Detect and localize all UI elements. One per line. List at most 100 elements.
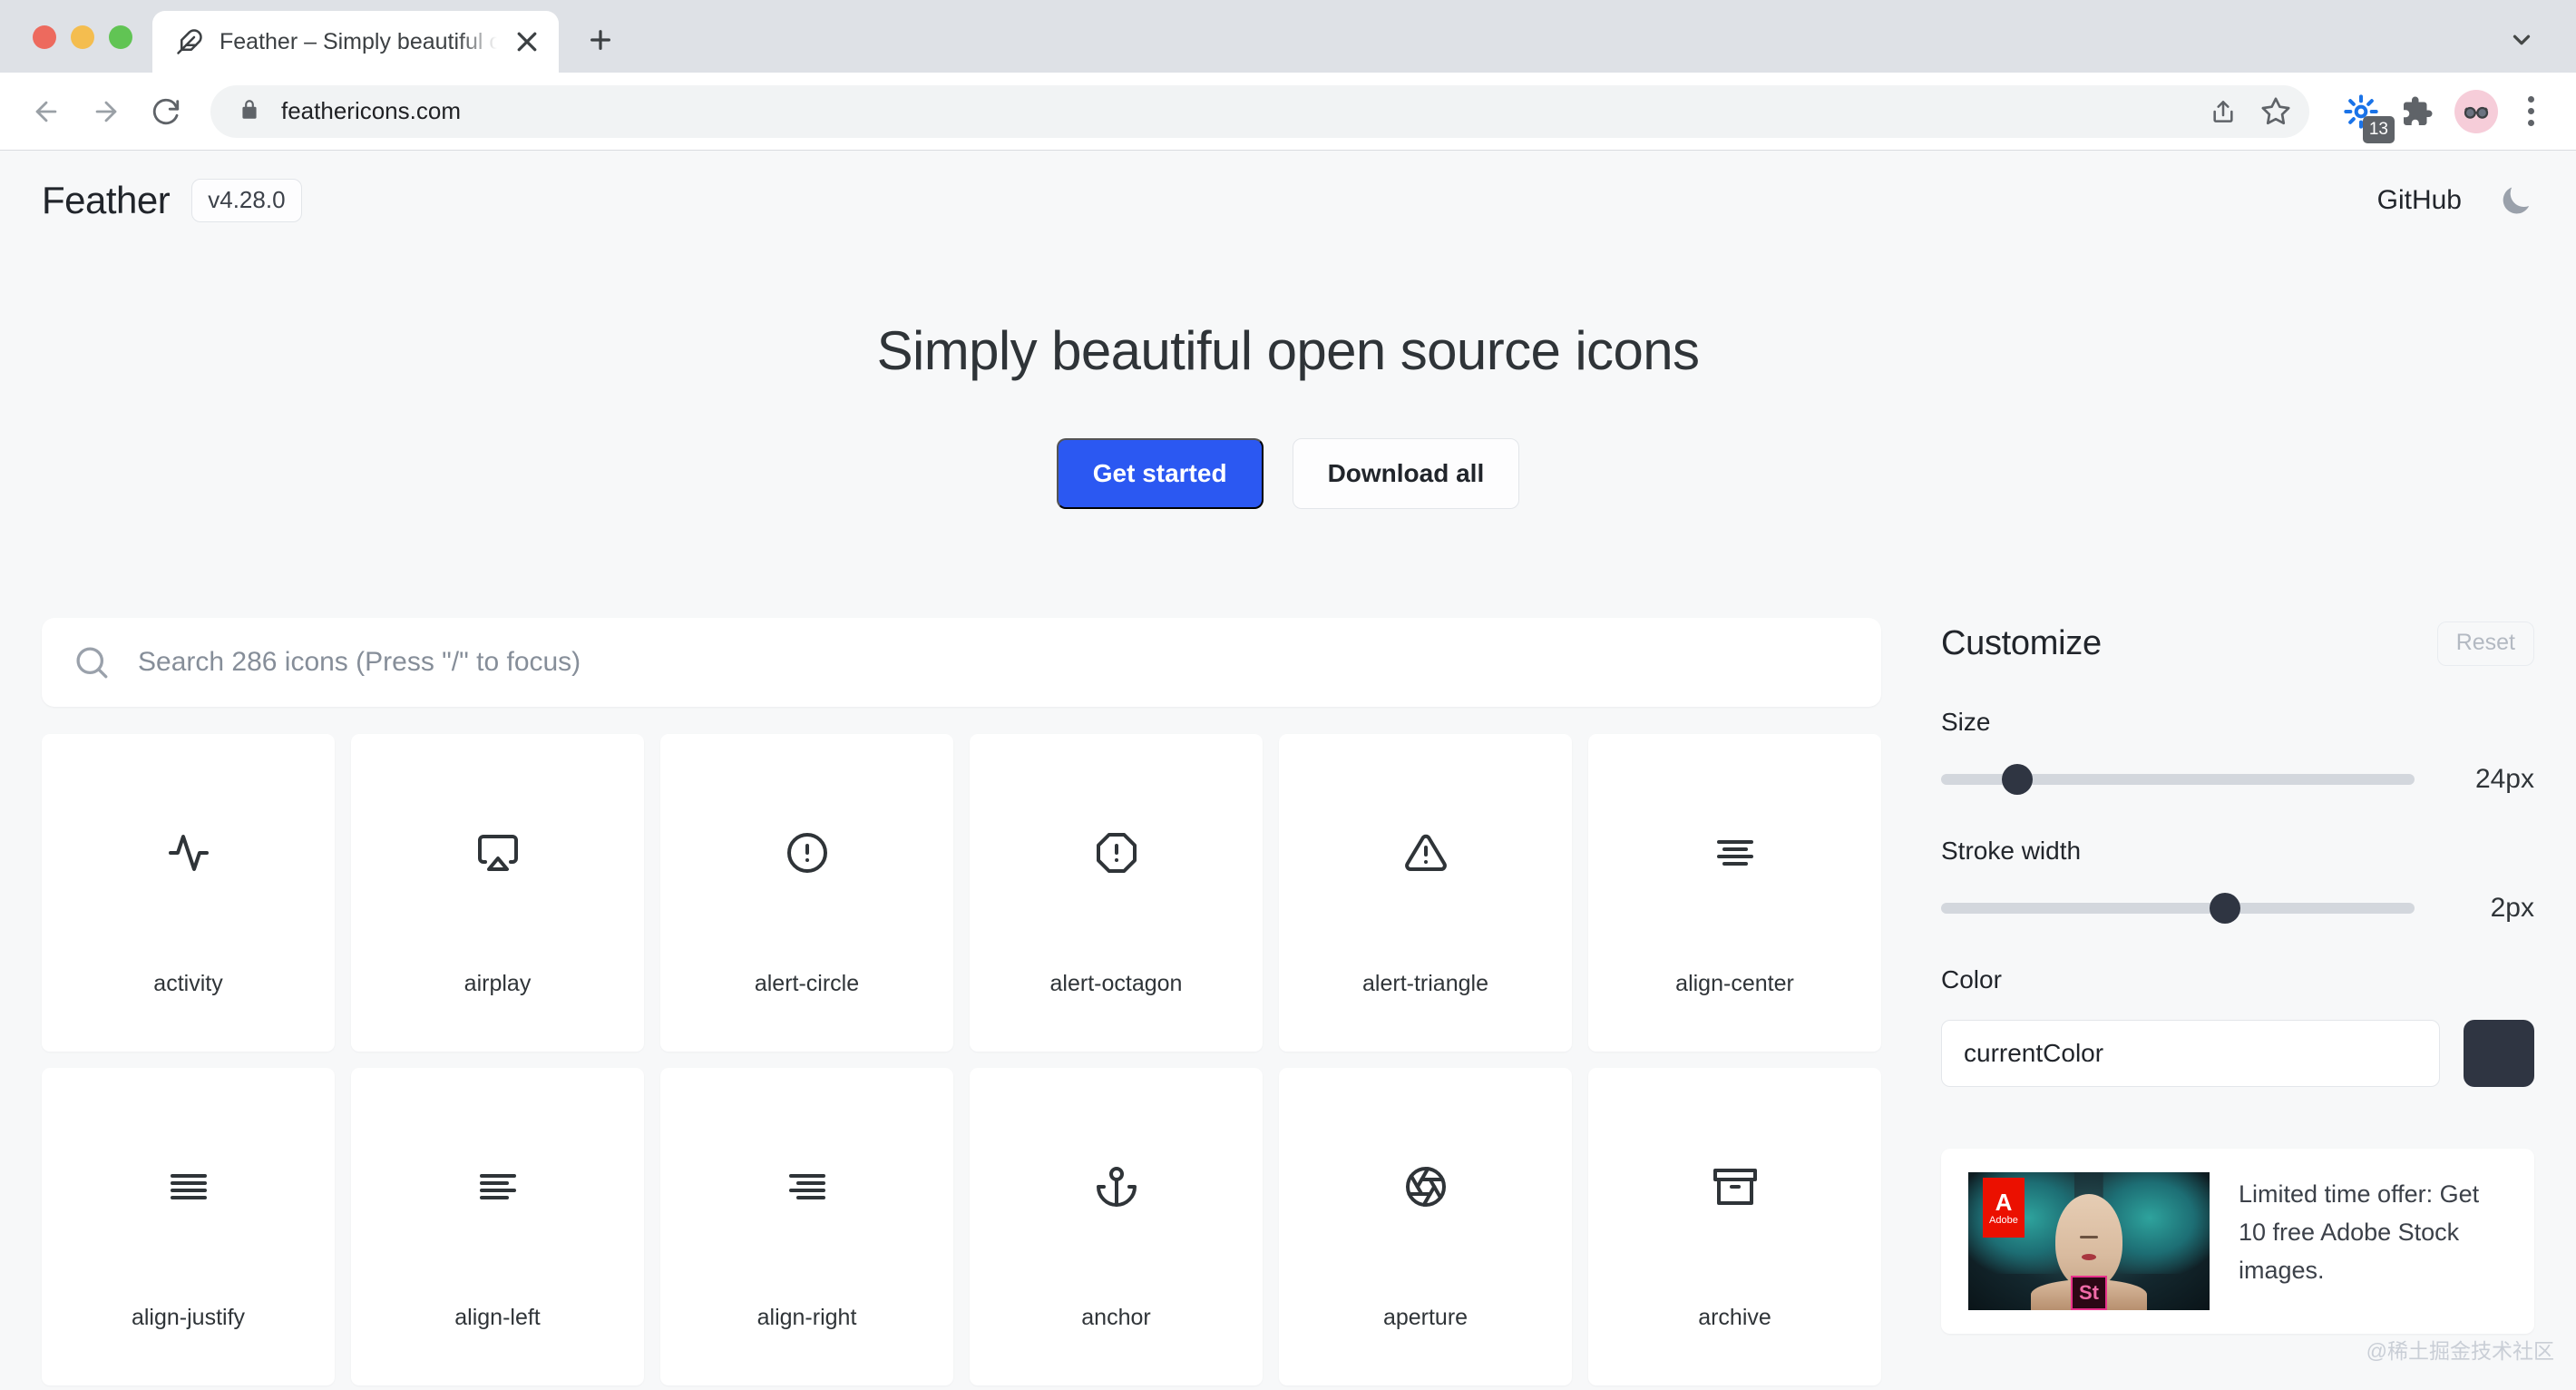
get-started-button[interactable]: Get started [1057, 438, 1264, 509]
adobe-stock-badge: St [2071, 1276, 2107, 1310]
stroke-width-value: 2px [2445, 893, 2534, 924]
forward-arrow-icon[interactable] [80, 85, 132, 138]
adobe-wordmark: Adobe [1989, 1216, 2018, 1226]
page-content: Feather v4.28.0 GitHub Simply beautiful … [0, 151, 2576, 1390]
icon-card[interactable]: alert-octagon [970, 734, 1263, 1052]
brand: Feather v4.28.0 [42, 179, 302, 222]
back-arrow-icon[interactable] [20, 85, 73, 138]
size-slider[interactable] [1941, 774, 2415, 785]
size-slider-row: 24px [1941, 764, 2534, 795]
icon-name: align-right [757, 1305, 857, 1331]
watermark: @稀土掘金技术社区 [2366, 1334, 2554, 1365]
customize-header: Customize Reset [1941, 622, 2534, 666]
stroke-width-label: Stroke width [1941, 837, 2534, 866]
github-link[interactable]: GitHub [2377, 185, 2462, 216]
reset-button[interactable]: Reset [2437, 622, 2534, 666]
hero-buttons: Get started Download all [0, 438, 2576, 509]
url-text: feathericons.com [281, 97, 2199, 125]
tab-strip: Feather – Simply beautiful ope [0, 0, 2576, 73]
icon-card[interactable]: airplay [351, 734, 644, 1052]
share-icon[interactable] [2199, 87, 2248, 136]
icon-name: alert-octagon [1050, 971, 1183, 997]
lock-icon [238, 98, 261, 125]
page-title: Simply beautiful open source icons [0, 319, 2576, 382]
tab-title: Feather – Simply beautiful ope [220, 29, 497, 55]
icon-name: align-left [454, 1305, 541, 1331]
stroke-slider-thumb[interactable] [2210, 893, 2240, 924]
gear-icon[interactable]: 13 [2337, 87, 2386, 136]
hero-section: Simply beautiful open source icons Get s… [0, 250, 2576, 509]
icon-name: airplay [464, 971, 532, 997]
ad-text: Limited time offer: Get 10 free Adobe St… [2239, 1172, 2507, 1290]
icon-card[interactable]: archive [1588, 1068, 1881, 1385]
maximize-window-button[interactable] [109, 25, 132, 49]
star-icon[interactable] [2251, 87, 2300, 136]
main-content: activity airplay [0, 618, 2576, 1385]
toolbar-right-actions: 13 [2327, 85, 2552, 138]
search-bar[interactable] [42, 618, 1881, 707]
new-tab-button[interactable] [575, 15, 626, 65]
moon-icon[interactable] [2498, 182, 2534, 219]
size-value: 24px [2445, 764, 2534, 795]
version-badge: v4.28.0 [191, 179, 301, 222]
puzzle-icon[interactable] [2391, 85, 2444, 138]
color-input[interactable] [1941, 1020, 2440, 1087]
three-dots-icon[interactable] [2509, 96, 2552, 126]
browser-toolbar: feathericons.com [0, 73, 2576, 151]
browser-tab[interactable]: Feather – Simply beautiful ope [152, 11, 559, 73]
alert-octagon-icon [1095, 831, 1138, 875]
extension-badge: 13 [2363, 116, 2395, 143]
omnibox-actions [2199, 87, 2300, 136]
avatar[interactable] [2454, 90, 2498, 133]
size-slider-thumb[interactable] [2002, 764, 2033, 795]
chevron-down-icon[interactable] [2502, 20, 2542, 60]
reload-icon[interactable] [140, 85, 192, 138]
adobe-logo-icon: A Adobe [1983, 1178, 2025, 1238]
browser-window: Feather – Simply beautiful ope [0, 0, 2576, 1390]
download-all-button[interactable]: Download all [1293, 438, 1520, 509]
icon-card[interactable]: aperture [1279, 1068, 1572, 1385]
search-input[interactable] [138, 647, 1850, 678]
icon-card[interactable]: align-justify [42, 1068, 335, 1385]
alert-circle-icon [785, 831, 829, 875]
address-bar[interactable]: feathericons.com [210, 85, 2309, 138]
header-actions: GitHub [2377, 182, 2534, 219]
aperture-icon [1404, 1165, 1448, 1209]
icon-card[interactable]: anchor [970, 1068, 1263, 1385]
color-swatch[interactable] [2464, 1020, 2534, 1087]
airplay-icon [476, 831, 520, 875]
ad-card[interactable]: A Adobe St Limited time offer: Get 10 fr… [1941, 1149, 2534, 1334]
icon-grid: activity airplay [42, 734, 1881, 1385]
icon-card[interactable]: align-left [351, 1068, 644, 1385]
ad-eye-right [2082, 1236, 2098, 1238]
site-header: Feather v4.28.0 GitHub [0, 151, 2576, 250]
size-label: Size [1941, 708, 2534, 737]
color-row [1941, 1020, 2534, 1087]
icon-name: aperture [1383, 1305, 1468, 1331]
search-icon [73, 643, 111, 681]
alert-triangle-icon [1404, 831, 1448, 875]
feather-icon [176, 28, 203, 55]
icon-card[interactable]: alert-circle [660, 734, 953, 1052]
anchor-icon [1095, 1165, 1138, 1209]
adobe-glyph: A [1995, 1190, 2013, 1214]
ad-lips [2082, 1254, 2096, 1260]
icon-card[interactable]: align-center [1588, 734, 1881, 1052]
icon-name: anchor [1081, 1305, 1150, 1331]
minimize-window-button[interactable] [71, 25, 94, 49]
customize-title: Customize [1941, 624, 2102, 663]
align-center-icon [1713, 831, 1757, 875]
icon-name: alert-circle [755, 971, 859, 997]
align-justify-icon [167, 1165, 210, 1209]
close-window-button[interactable] [33, 25, 56, 49]
align-left-icon [476, 1165, 520, 1209]
icon-card[interactable]: activity [42, 734, 335, 1052]
activity-icon [167, 831, 210, 875]
icon-name: align-justify [132, 1305, 245, 1331]
brand-name: Feather [42, 179, 170, 222]
icon-card[interactable]: alert-triangle [1279, 734, 1572, 1052]
icon-card[interactable]: align-right [660, 1068, 953, 1385]
stroke-width-slider[interactable] [1941, 903, 2415, 914]
icon-name: alert-triangle [1362, 971, 1488, 997]
close-icon[interactable] [513, 28, 541, 55]
